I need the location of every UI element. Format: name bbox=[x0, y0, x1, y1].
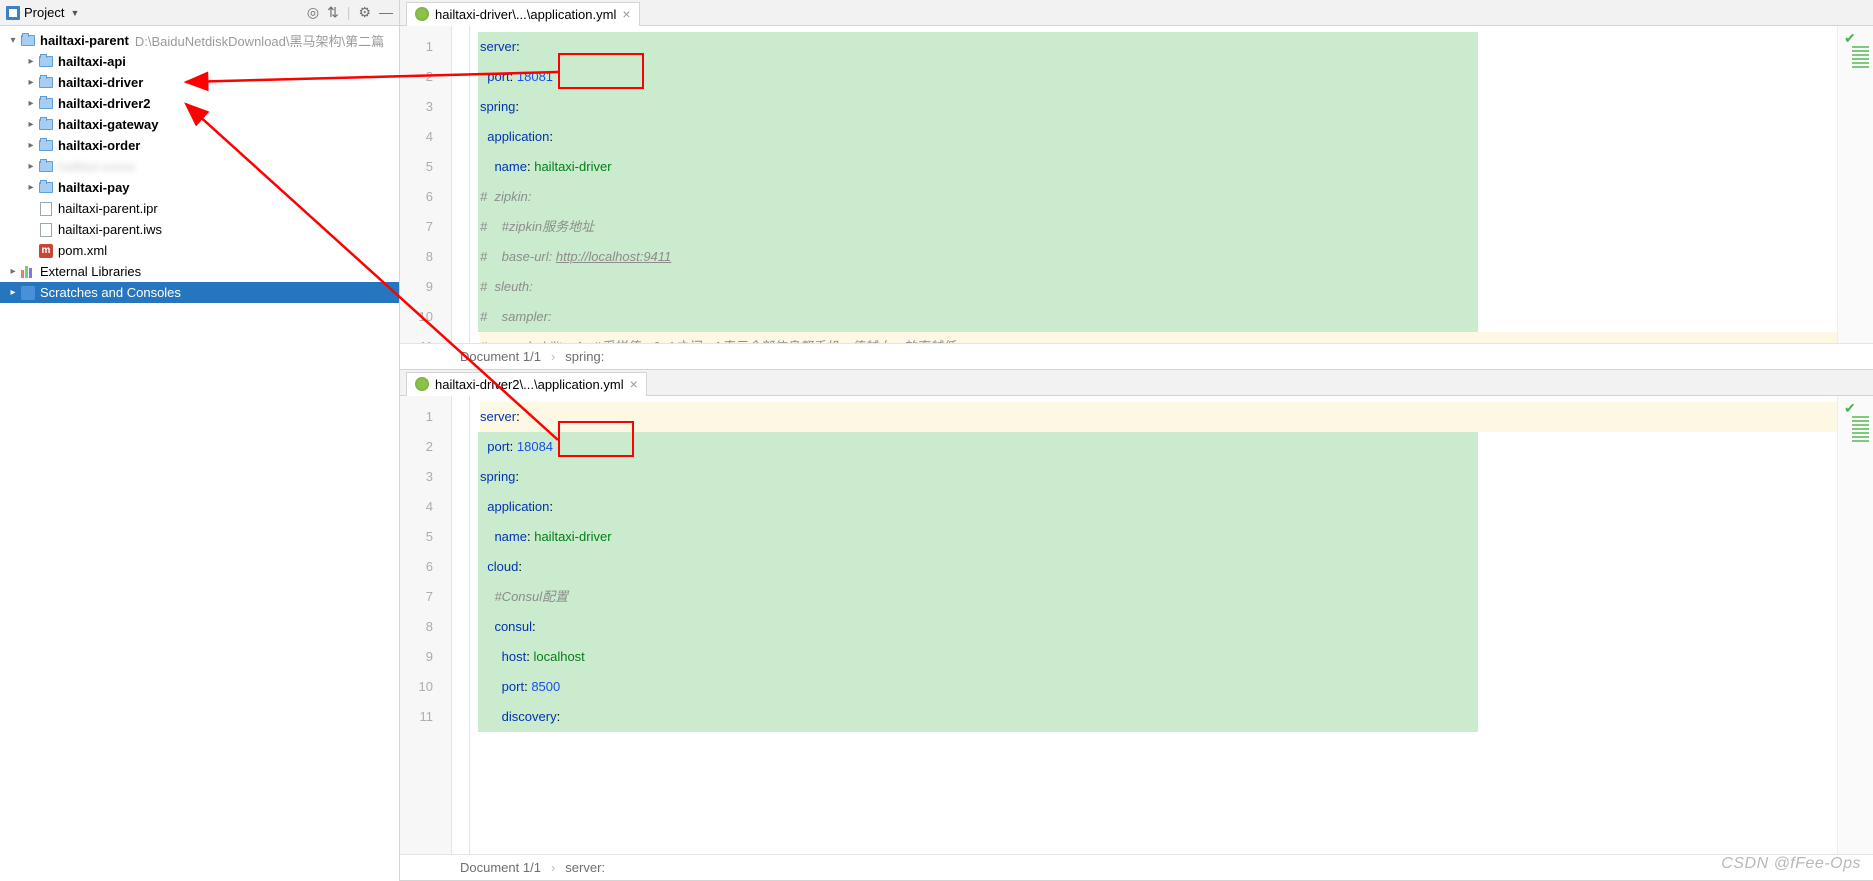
tree-item[interactable]: hailtaxi-parent.iws bbox=[0, 219, 399, 240]
sidebar-title-label: Project bbox=[24, 5, 64, 20]
project-icon bbox=[6, 6, 20, 20]
gear-icon[interactable]: ⚙ bbox=[358, 4, 371, 21]
tree-label: hailtaxi-parent.iws bbox=[58, 222, 162, 237]
minimap[interactable]: ✔ bbox=[1837, 396, 1873, 854]
sidebar-header: Project ▼ ◎ ⇅ | ⚙ — bbox=[0, 0, 399, 26]
tree-label: hailtaxi-parent bbox=[40, 33, 129, 48]
tab-label: hailtaxi-driver2\...\application.yml bbox=[435, 377, 624, 392]
tree-path: D:\BaiduNetdiskDownload\黑马架构\第二篇 bbox=[135, 31, 384, 50]
tree-label: hailtaxi-xxxxx bbox=[58, 159, 135, 174]
expand-icon[interactable]: ▸ bbox=[24, 98, 38, 109]
yaml-file-icon bbox=[415, 7, 429, 21]
tree-item[interactable]: ▸ External Libraries bbox=[0, 261, 399, 282]
scratch-icon bbox=[20, 285, 36, 301]
folder-icon bbox=[38, 117, 54, 133]
tree-label: pom.xml bbox=[58, 243, 107, 258]
file-icon bbox=[38, 201, 54, 217]
tree-item[interactable]: ▸ Scratches and Consoles bbox=[0, 282, 399, 303]
breadcrumb-item: spring: bbox=[565, 349, 604, 364]
tree-item[interactable]: ▸ hailtaxi-xxxxx bbox=[0, 156, 399, 177]
tree-item[interactable]: m pom.xml bbox=[0, 240, 399, 261]
watermark: CSDN @fFee-Ops bbox=[1721, 855, 1861, 873]
project-tree[interactable]: ▾ hailtaxi-parent D:\BaiduNetdiskDownload\… bbox=[0, 26, 399, 881]
line-gutter: 1234567891011 bbox=[400, 26, 452, 343]
expand-icon[interactable]: ▸ bbox=[24, 182, 38, 193]
breadcrumb-item: server: bbox=[565, 860, 605, 875]
tab-label: hailtaxi-driver\...\application.yml bbox=[435, 7, 616, 22]
tree-label: hailtaxi-parent.ipr bbox=[58, 201, 158, 216]
tree-item[interactable]: hailtaxi-parent.ipr bbox=[0, 198, 399, 219]
expand-icon[interactable]: ▸ bbox=[24, 56, 38, 67]
check-icon: ✔ bbox=[1844, 400, 1856, 417]
check-icon: ✔ bbox=[1844, 30, 1856, 47]
tree-item[interactable]: ▸ hailtaxi-pay bbox=[0, 177, 399, 198]
expand-icon[interactable]: ▸ bbox=[24, 161, 38, 172]
expand-icon[interactable]: ▸ bbox=[6, 287, 20, 298]
yaml-file-icon bbox=[415, 377, 429, 391]
minimap[interactable]: ✔ bbox=[1837, 26, 1873, 343]
tree-label: hailtaxi-order bbox=[58, 138, 140, 153]
tab-bar-bottom: hailtaxi-driver2\...\application.yml × bbox=[400, 370, 1873, 396]
maven-icon: m bbox=[38, 243, 54, 259]
editor-pane-top: hailtaxi-driver\...\application.yml × 12… bbox=[400, 0, 1873, 370]
tree-label: Scratches and Consoles bbox=[40, 285, 181, 300]
editor-area: hailtaxi-driver\...\application.yml × 12… bbox=[400, 0, 1873, 881]
expand-icon[interactable]: ▸ bbox=[24, 77, 38, 88]
code-area-bottom[interactable]: 1234567891011 server: port: 18084spring:… bbox=[400, 396, 1873, 854]
chevron-right-icon: › bbox=[551, 860, 555, 875]
tree-label: hailtaxi-gateway bbox=[58, 117, 158, 132]
tab-bar-top: hailtaxi-driver\...\application.yml × bbox=[400, 0, 1873, 26]
expand-icon[interactable]: ▸ bbox=[24, 140, 38, 151]
expand-icon[interactable]: ▸ bbox=[6, 266, 20, 277]
editor-tab[interactable]: hailtaxi-driver\...\application.yml × bbox=[406, 2, 640, 26]
close-icon[interactable]: × bbox=[630, 376, 638, 392]
folder-icon bbox=[38, 96, 54, 112]
tree-label: External Libraries bbox=[40, 264, 141, 279]
expand-icon[interactable]: ▸ bbox=[24, 119, 38, 130]
folder-icon bbox=[38, 138, 54, 154]
tree-item[interactable]: ▸ hailtaxi-api bbox=[0, 51, 399, 72]
breadcrumb-bottom[interactable]: Document 1/1 › server: bbox=[400, 854, 1873, 880]
filter-icon[interactable]: ⇅ bbox=[327, 4, 339, 21]
folder-icon bbox=[38, 159, 54, 175]
line-gutter: 1234567891011 bbox=[400, 396, 452, 854]
divider: | bbox=[347, 4, 351, 21]
expand-icon[interactable]: ▾ bbox=[6, 35, 20, 46]
tree-item[interactable]: ▸ hailtaxi-driver bbox=[0, 72, 399, 93]
code-area-top[interactable]: 1234567891011 server: port: 18081spring:… bbox=[400, 26, 1873, 343]
tree-label: hailtaxi-driver2 bbox=[58, 96, 151, 111]
collapse-icon[interactable]: — bbox=[379, 4, 393, 21]
tree-item[interactable]: ▸ hailtaxi-gateway bbox=[0, 114, 399, 135]
folder-icon bbox=[20, 33, 36, 49]
tree-label: hailtaxi-driver bbox=[58, 75, 143, 90]
breadcrumb-item: Document 1/1 bbox=[460, 860, 541, 875]
library-icon bbox=[20, 264, 36, 280]
tree-item[interactable]: ▾ hailtaxi-parent D:\BaiduNetdiskDownload\… bbox=[0, 30, 399, 51]
editor-tab[interactable]: hailtaxi-driver2\...\application.yml × bbox=[406, 372, 647, 396]
code-editor[interactable]: server: port: 18084spring: application: … bbox=[470, 396, 1873, 854]
editor-pane-bottom: hailtaxi-driver2\...\application.yml × 1… bbox=[400, 370, 1873, 881]
tree-item[interactable]: ▸ hailtaxi-driver2 bbox=[0, 93, 399, 114]
project-sidebar: Project ▼ ◎ ⇅ | ⚙ — ▾ hailtaxi-parent D:\B… bbox=[0, 0, 400, 881]
tree-label: hailtaxi-api bbox=[58, 54, 126, 69]
folder-icon bbox=[38, 180, 54, 196]
chevron-down-icon: ▼ bbox=[70, 8, 79, 18]
breadcrumb-top[interactable]: Document 1/1 › spring: bbox=[400, 343, 1873, 369]
close-icon[interactable]: × bbox=[622, 6, 630, 22]
code-editor[interactable]: server: port: 18081spring: application: … bbox=[470, 26, 1873, 343]
breadcrumb-item: Document 1/1 bbox=[460, 349, 541, 364]
fold-column[interactable] bbox=[452, 26, 470, 343]
tree-item[interactable]: ▸ hailtaxi-order bbox=[0, 135, 399, 156]
locate-icon[interactable]: ◎ bbox=[307, 4, 319, 21]
fold-column[interactable] bbox=[452, 396, 470, 854]
folder-icon bbox=[38, 54, 54, 70]
chevron-right-icon: › bbox=[551, 349, 555, 364]
sidebar-title[interactable]: Project ▼ bbox=[6, 5, 307, 20]
tree-label: hailtaxi-pay bbox=[58, 180, 130, 195]
folder-icon bbox=[38, 75, 54, 91]
file-icon bbox=[38, 222, 54, 238]
